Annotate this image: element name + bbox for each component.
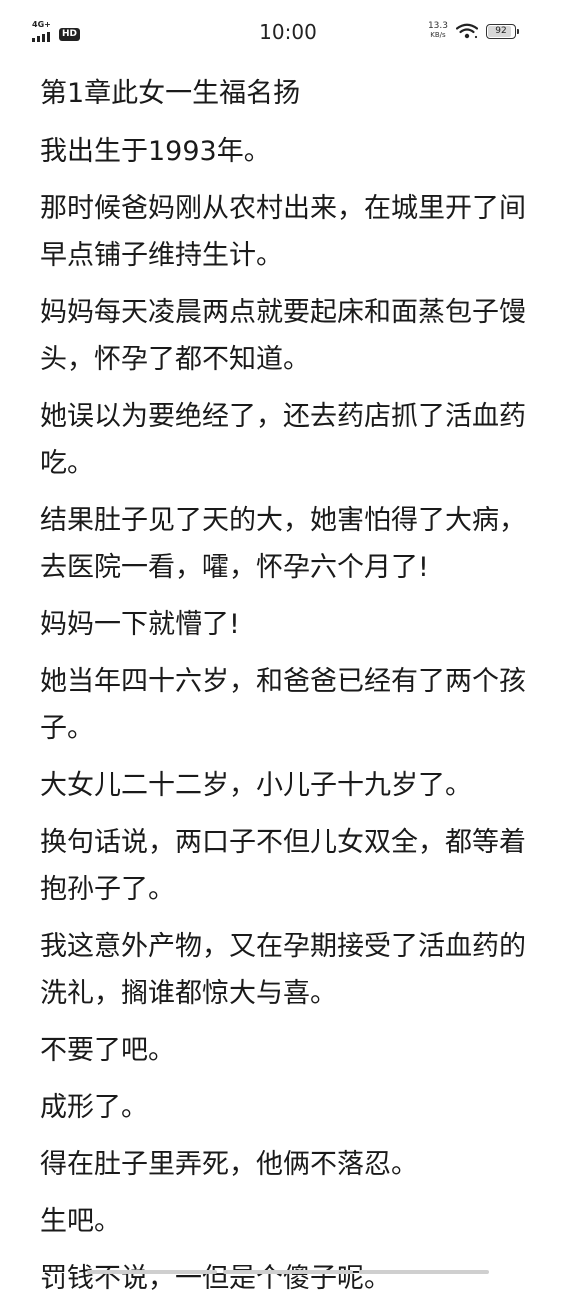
status-bar: 4G+ HD 10:00 13.3 KB/s 92 xyxy=(0,0,576,64)
battery-icon: 92 xyxy=(486,23,519,39)
wifi-icon xyxy=(456,23,478,39)
paragraph: 罚钱不说，一但是个傻子呢。 xyxy=(40,1263,391,1294)
battery-level: 92 xyxy=(495,25,507,36)
paragraph: 换句话说，两口子不但儿女双全，都等着抱孙子了。 xyxy=(40,827,526,905)
chapter-title: 第1章此女一生福名扬 xyxy=(40,78,301,109)
paragraph: 我这意外产物，又在孕期接受了活血药的洗礼，搁谁都惊大与喜。 xyxy=(40,931,526,1009)
paragraph: 生吧。 xyxy=(40,1206,121,1237)
paragraph: 大女儿二十二岁，小儿子十九岁了。 xyxy=(40,770,472,801)
paragraph: 妈妈每天凌晨两点就要起床和面蒸包子馒头，怀孕了都不知道。 xyxy=(40,297,526,375)
paragraph: 不要了吧。 xyxy=(40,1035,175,1066)
paragraph: 妈妈一下就懵了! xyxy=(40,609,240,640)
network-speed-unit: KB/s xyxy=(430,31,446,39)
paragraph: 那时候爸妈刚从农村出来，在城里开了间早点铺子维持生计。 xyxy=(40,193,526,271)
paragraph: 结果肚子见了天的大，她害怕得了大病，去医院一看，嚯，怀孕六个月了! xyxy=(40,505,526,583)
paragraph: 成形了。 xyxy=(40,1092,148,1123)
paragraph: 我出生于1993年。 xyxy=(40,136,271,167)
network-speed: 13.3 KB/s xyxy=(428,22,448,40)
reader-content[interactable]: 第1章此女一生福名扬 我出生于1993年。那时候爸妈刚从农村出来，在城里开了间早… xyxy=(40,70,538,1312)
status-right: 13.3 KB/s 92 xyxy=(428,22,519,40)
paragraph: 她误以为要绝经了，还去药店抓了活血药吃。 xyxy=(40,401,526,479)
paragraph-list: 我出生于1993年。那时候爸妈刚从农村出来，在城里开了间早点铺子维持生计。 妈妈每… xyxy=(40,128,538,1302)
paragraph: 她当年四十六岁，和爸爸已经有了两个孩子。 xyxy=(40,666,526,744)
home-indicator[interactable] xyxy=(0,1270,576,1274)
paragraph: 得在肚子里弄死，他俩不落忍。 xyxy=(40,1149,418,1180)
network-speed-value: 13.3 xyxy=(427,21,448,31)
